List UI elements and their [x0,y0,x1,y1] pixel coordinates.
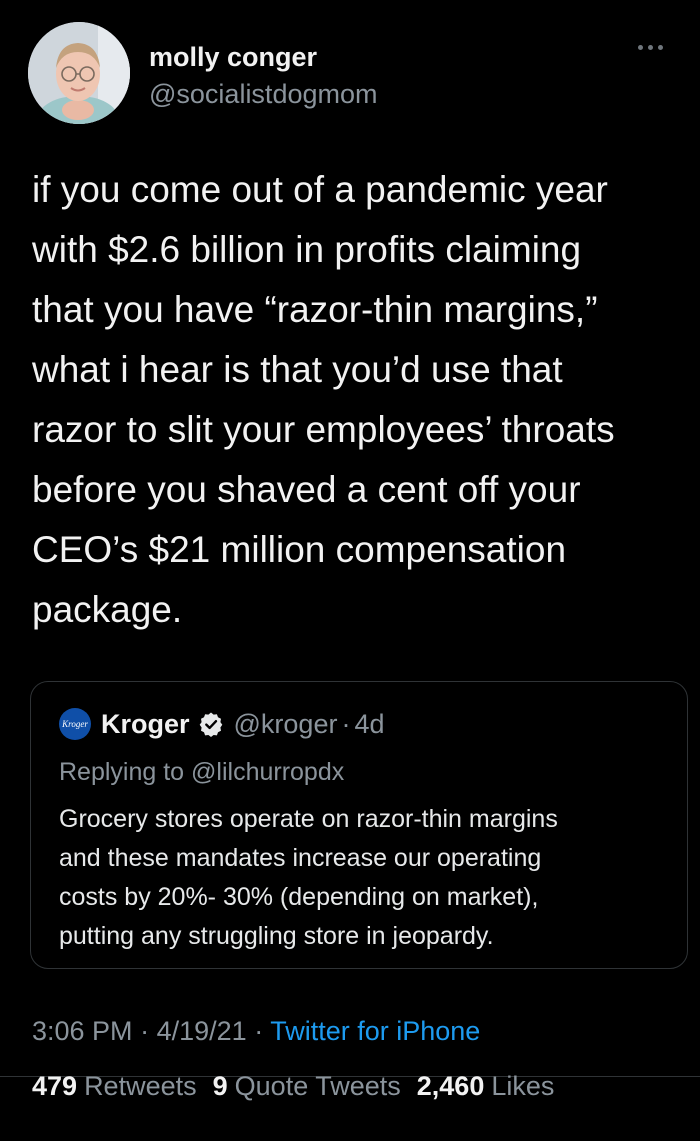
quoted-text-line: putting any struggling store in jeopardy… [59,922,494,950]
quote-tweets-count: 9 [212,1071,228,1101]
retweets-count: 479 [32,1071,78,1101]
author-display-name[interactable]: molly conger [149,42,317,73]
replying-to-handle[interactable]: @lilchurropdx [191,758,344,786]
quoted-text-line: Grocery stores operate on razor-thin mar… [59,805,558,833]
quoted-text-line: and these mandates increase our operatin… [59,844,542,872]
replying-to-prefix: Replying to [59,758,185,786]
likes-label: Likes [491,1071,555,1101]
quoted-handle: @kroger [233,708,338,739]
quoted-tweet-text: Grocery stores operate on razor-thin mar… [59,800,671,956]
quote-tweets-label: Quote Tweets [234,1071,401,1101]
quoted-tweet-card[interactable]: Kroger Kroger @kroger · 4d Replying to @… [30,681,688,969]
more-dot [648,44,653,50]
tweet-text-line: CEO’s $21 million compensation [32,529,567,570]
engagement-stats: 479 Retweets 9 Quote Tweets 2,460 Likes [32,1071,554,1107]
quote-tweets-stat[interactable]: 9 Quote Tweets [213,1071,401,1107]
retweets-label: Retweets [84,1071,197,1101]
avatar-image [28,22,130,124]
kroger-logo-icon: Kroger [59,708,91,740]
tweet-source-link[interactable]: Twitter for iPhone [270,1016,480,1046]
tweet-text-line: razor to slit your employees’ throats [32,409,615,450]
replying-to-line: Replying to @lilchurropdx [59,758,344,787]
tweet-time[interactable]: 3:06 PM [32,1016,133,1046]
separator-dot: · [140,1016,150,1046]
more-dot [638,44,643,50]
tweet-text-line: before you shaved a cent off your [32,469,581,510]
author-handle[interactable]: @socialistdogmom [149,79,378,110]
likes-count: 2,460 [416,1071,485,1101]
quoted-tweet-header: Kroger Kroger @kroger · 4d [59,706,385,742]
tweet-text-line: with $2.6 billion in profits claiming [32,229,582,270]
more-options-icon[interactable] [638,40,672,54]
separator-dot: · [254,1016,264,1046]
tweet-header: molly conger @socialistdogmom [28,22,672,126]
author-avatar[interactable] [28,22,130,124]
tweet-metadata: 3:06 PM · 4/19/21 · Twitter for iPhone [32,1016,480,1047]
verified-badge-icon [199,712,222,737]
retweets-stat[interactable]: 479 Retweets [32,1071,197,1107]
tweet-text-line: that you have “razor-thin margins,” [32,289,598,330]
more-dot [658,44,663,50]
quoted-text-line: costs by 20%- 30% (depending on market), [59,883,539,911]
quoted-timestamp: 4d [354,708,385,739]
tweet-text: if you come out of a pandemic year with … [32,160,672,640]
tweet-text-line: package. [32,589,183,630]
tweet-text-line: if you come out of a pandemic year [32,169,608,210]
tweet-date[interactable]: 4/19/21 [157,1016,247,1046]
quoted-display-name: Kroger [101,708,190,739]
separator-dot: · [341,708,351,739]
likes-stat[interactable]: 2,460 Likes [417,1071,555,1107]
tweet-text-line: what i hear is that you’d use that [32,349,563,390]
